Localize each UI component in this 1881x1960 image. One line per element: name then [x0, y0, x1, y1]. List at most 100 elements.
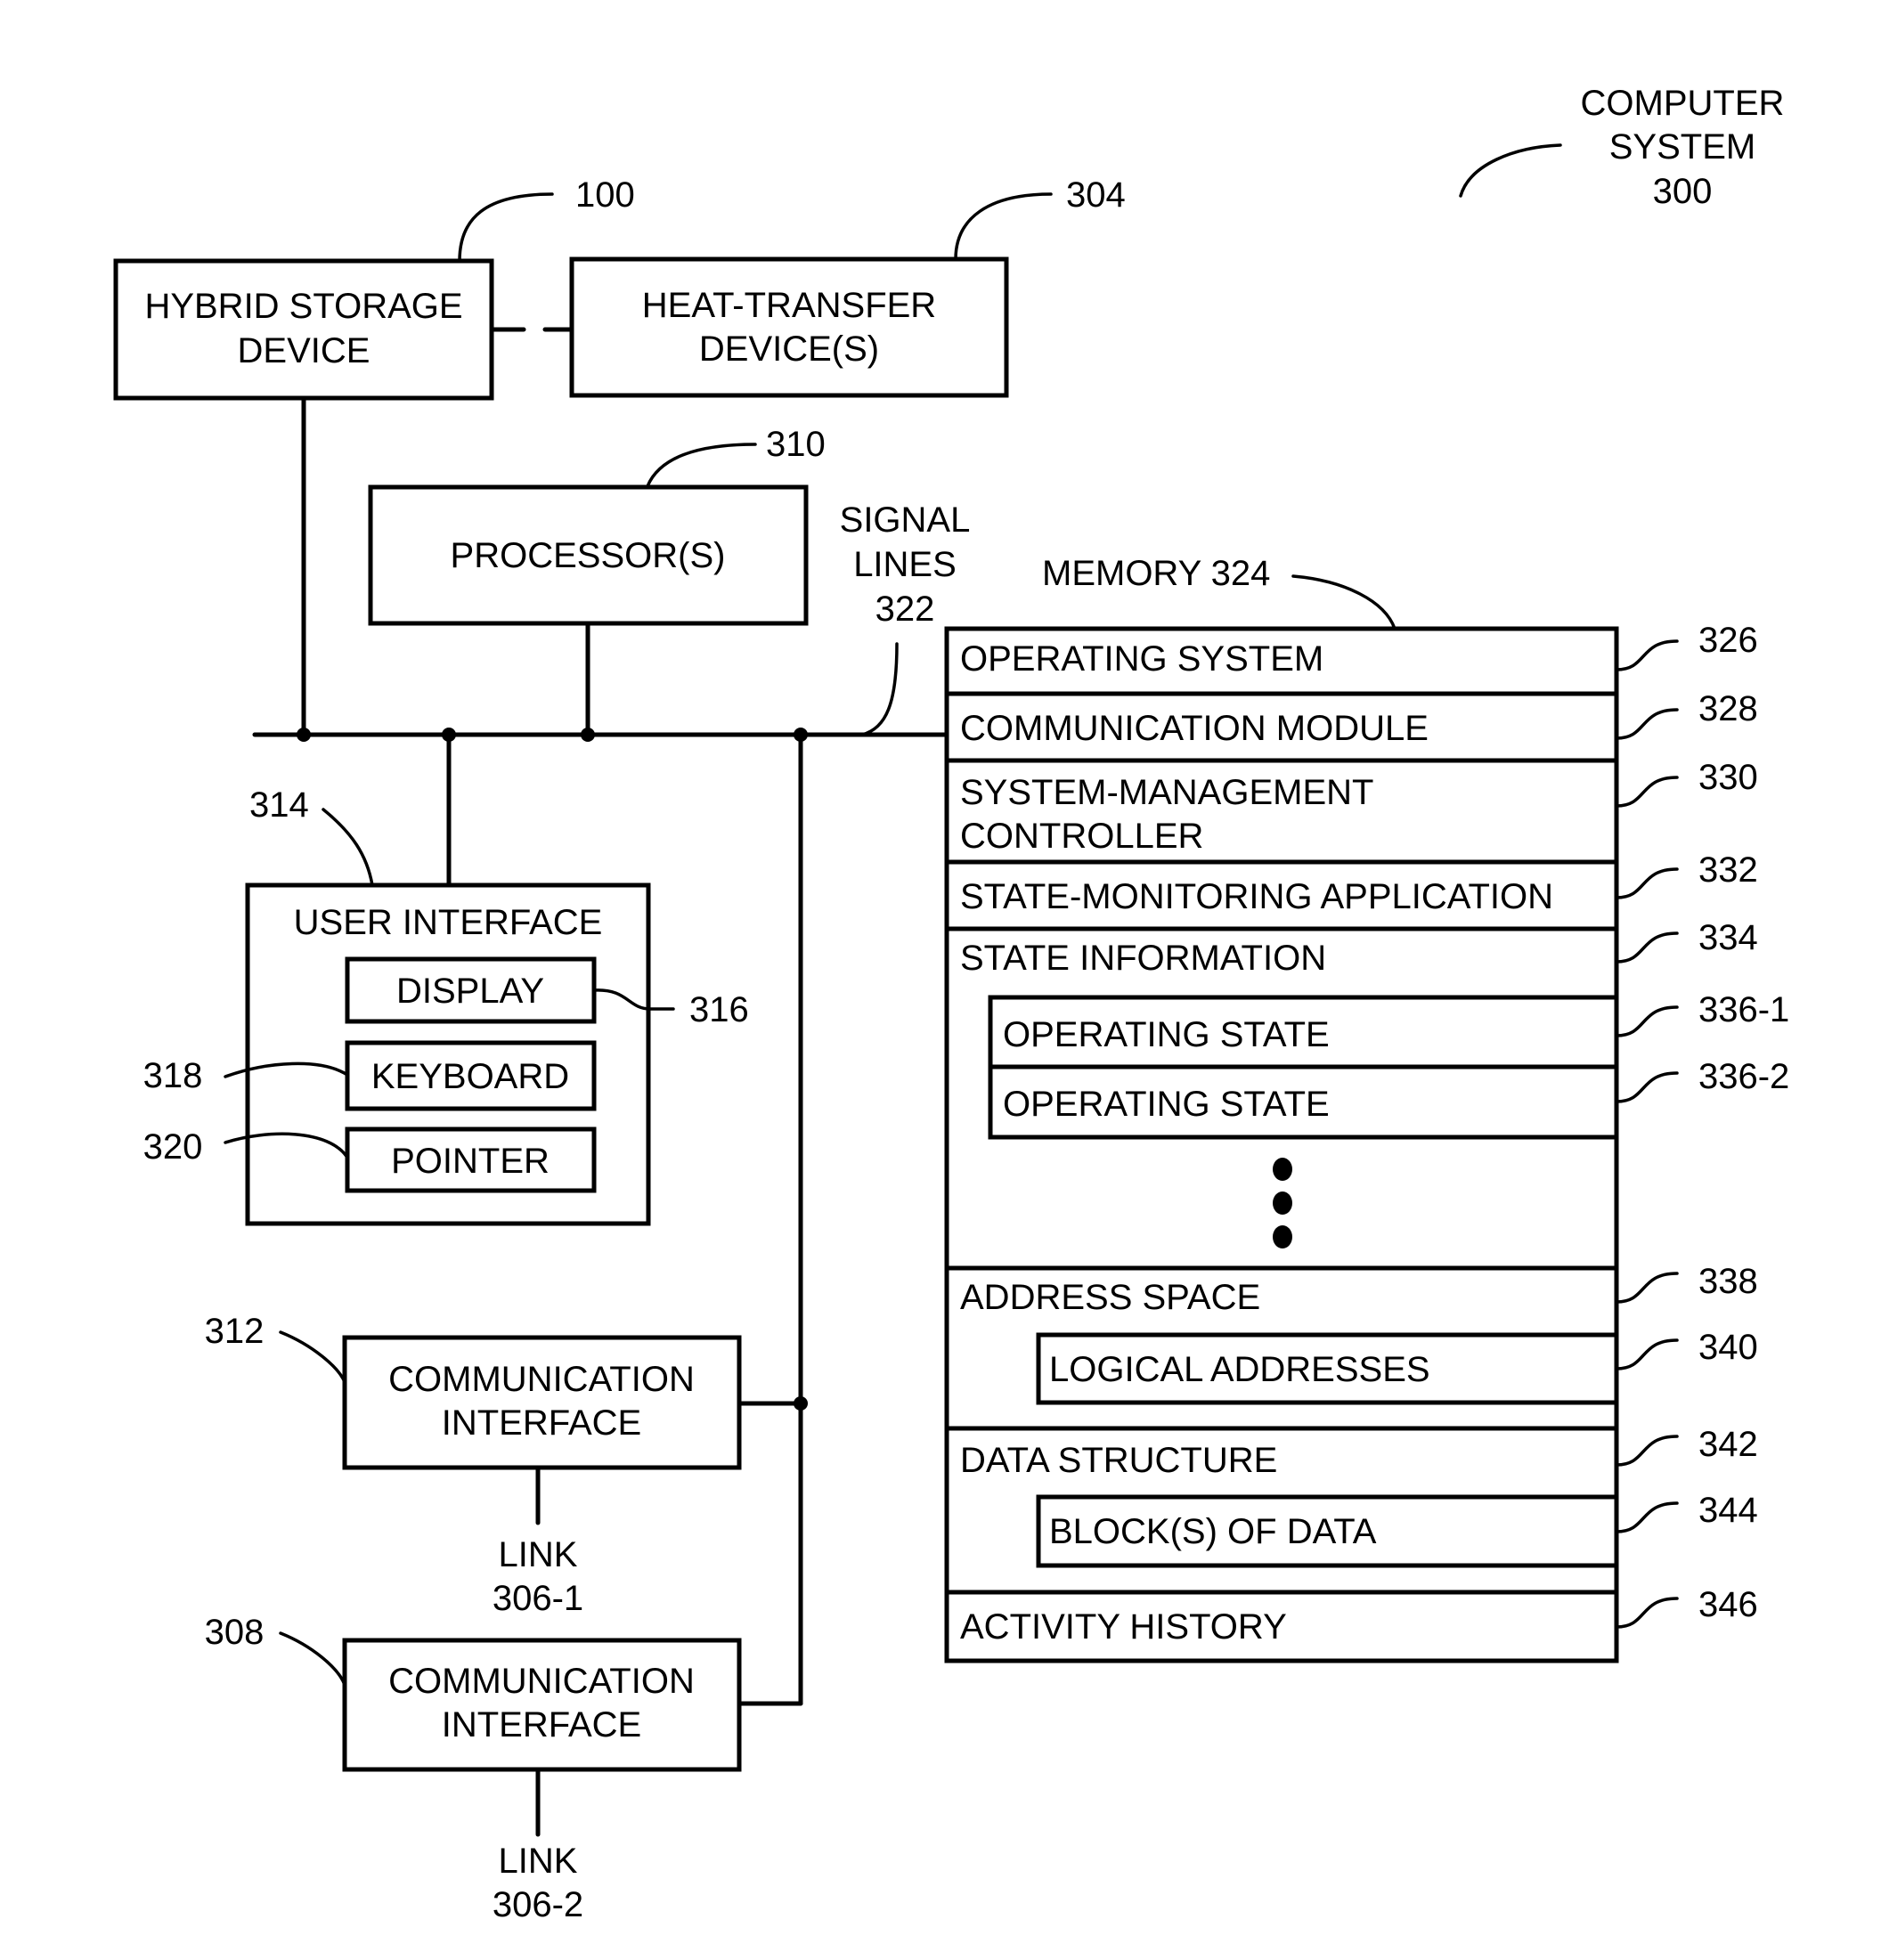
display-label: DISPLAY — [396, 972, 544, 1011]
comm-interface-2-ref: 308 — [205, 1613, 265, 1652]
state-information-ref: 334 — [1698, 918, 1758, 957]
address-space-label: ADDRESS SPACE — [960, 1278, 1260, 1317]
operating-state-1-ref: 336-1 — [1698, 990, 1789, 1029]
heat-transfer-ref-leader — [954, 192, 1053, 261]
hybrid-storage-label-line-2: DEVICE — [238, 331, 370, 370]
comm-interface-1-ref-leader — [279, 1330, 346, 1384]
operating-state-2-label: OPERATING STATE — [1003, 1085, 1330, 1124]
ellipsis-icon — [1273, 1158, 1292, 1248]
processor-ref-leader — [646, 443, 757, 488]
user-interface: 314 USER INTERFACE DISPLAY 316 KEYBOARD … — [143, 785, 749, 1226]
processor-label: PROCESSOR(S) — [451, 536, 726, 575]
keyboard-label: KEYBOARD — [371, 1057, 569, 1096]
ellipsis-dot — [1273, 1225, 1292, 1248]
activity-history-ref-leader — [1615, 1597, 1679, 1629]
figure-title-line-2: SYSTEM — [1609, 127, 1755, 167]
figure-title: COMPUTER SYSTEM 300 — [1459, 84, 1785, 211]
system-management-controller-label-line-2: CONTROLLER — [960, 817, 1203, 856]
logical-addresses-ref: 340 — [1698, 1328, 1758, 1367]
junction-dot — [297, 728, 311, 742]
figure-title-leader — [1459, 143, 1562, 198]
pointer-ref: 320 — [143, 1127, 203, 1167]
comm-interface-1-label-line-2: INTERFACE — [442, 1403, 641, 1443]
communication-module-label: COMMUNICATION MODULE — [960, 709, 1429, 748]
operating-system-ref-leader — [1615, 639, 1679, 671]
communication-module-ref-leader — [1615, 708, 1679, 740]
user-interface-label: USER INTERFACE — [294, 903, 603, 942]
logical-addresses-ref-leader — [1615, 1338, 1679, 1370]
comm-interface-1-label-line-1: COMMUNICATION — [388, 1360, 695, 1399]
link-306-1-label-line-2: 306-1 — [493, 1579, 583, 1618]
blocks-of-data-ref: 344 — [1698, 1491, 1758, 1530]
operating-system-ref: 326 — [1698, 621, 1758, 660]
link-306-2-label-line-1: LINK — [499, 1842, 578, 1881]
signal-lines-leader — [860, 642, 899, 736]
activity-history-label: ACTIVITY HISTORY — [960, 1607, 1287, 1647]
communication-interface-2: COMMUNICATION INTERFACE 308 LINK 306-2 — [205, 1613, 742, 1924]
processor: PROCESSOR(S) 310 — [368, 425, 826, 626]
heat-transfer-ref: 304 — [1066, 175, 1126, 215]
ellipsis-dot — [1273, 1158, 1292, 1181]
blocks-of-data-ref-leader — [1615, 1501, 1679, 1533]
figure-title-line-1: COMPUTER — [1581, 84, 1785, 123]
memory-ref-leader — [1291, 574, 1396, 630]
comm-interface-2-label-line-1: COMMUNICATION — [388, 1662, 695, 1701]
user-interface-ref-leader — [322, 808, 374, 887]
logical-addresses-label: LOGICAL ADDRESSES — [1049, 1350, 1430, 1389]
communication-interface-1: COMMUNICATION INTERFACE 312 LINK 306-1 — [205, 1312, 742, 1618]
hybrid-storage-ref-leader — [458, 192, 554, 263]
keyboard-ref: 318 — [143, 1056, 203, 1095]
system-management-controller-label-line-1: SYSTEM-MANAGEMENT — [960, 773, 1373, 812]
computer-system-diagram: COMPUTER SYSTEM 300 HYBRID STORAGE DEVIC… — [113, 84, 1789, 1924]
address-space-ref: 338 — [1698, 1262, 1758, 1301]
operating-state-1-label: OPERATING STATE — [1003, 1015, 1330, 1054]
system-management-controller-ref-leader — [1615, 776, 1679, 808]
address-space-ref-leader — [1615, 1272, 1679, 1304]
junction-dot — [794, 1396, 808, 1411]
state-monitoring-application-ref-leader — [1615, 867, 1679, 899]
ellipsis-dot — [1273, 1191, 1292, 1215]
memory: MEMORY 324 OPERATING SYSTEM 326 COMMUNIC… — [944, 554, 1789, 1663]
system-management-controller-ref: 330 — [1698, 758, 1758, 797]
hybrid-storage-box — [113, 258, 494, 401]
heat-transfer-label-line-2: DEVICE(S) — [699, 329, 879, 369]
hybrid-storage-device: HYBRID STORAGE DEVICE 100 — [113, 175, 635, 401]
operating-state-1-ref-leader — [1615, 1005, 1679, 1037]
hybrid-storage-label-line-1: HYBRID STORAGE — [144, 287, 462, 326]
pointer-label: POINTER — [391, 1142, 550, 1181]
link-306-1-label-line-1: LINK — [499, 1535, 578, 1574]
junction-dot — [581, 728, 595, 742]
operating-state-2-ref-leader — [1615, 1071, 1679, 1103]
user-interface-ref: 314 — [249, 785, 309, 825]
display-ref: 316 — [689, 990, 749, 1029]
data-structure-ref-leader — [1615, 1435, 1679, 1467]
state-information-label: STATE INFORMATION — [960, 939, 1326, 978]
state-monitoring-application-label: STATE-MONITORING APPLICATION — [960, 877, 1553, 916]
activity-history-ref: 346 — [1698, 1585, 1758, 1624]
comm-interface-1-ref: 312 — [205, 1312, 265, 1351]
state-monitoring-application-ref: 332 — [1698, 850, 1758, 890]
data-structure-ref: 342 — [1698, 1425, 1758, 1464]
figure-title-line-3: 300 — [1653, 172, 1713, 211]
signal-lines-label-line-3: 322 — [875, 590, 935, 629]
operating-state-2-ref: 336-2 — [1698, 1057, 1789, 1096]
heat-transfer-label-line-1: HEAT-TRANSFER — [642, 286, 936, 325]
comm-interface-1-box — [342, 1335, 742, 1470]
processor-ref: 310 — [766, 425, 826, 464]
blocks-of-data-label: BLOCK(S) OF DATA — [1049, 1512, 1377, 1551]
signal-lines-label-line-2: LINES — [853, 545, 957, 584]
junction-dot — [442, 728, 456, 742]
heat-transfer-device: HEAT-TRANSFER DEVICE(S) 304 — [569, 175, 1126, 398]
operating-system-label: OPERATING SYSTEM — [960, 639, 1323, 679]
junction-dot — [794, 728, 808, 742]
hybrid-storage-ref: 100 — [575, 175, 635, 215]
state-information-ref-leader — [1615, 931, 1679, 964]
communication-module-ref: 328 — [1698, 689, 1758, 728]
memory-label: MEMORY 324 — [1042, 554, 1270, 593]
link-306-2-label-line-2: 306-2 — [493, 1885, 583, 1924]
comm-interface-2-ref-leader — [279, 1631, 346, 1687]
data-structure-label: DATA STRUCTURE — [960, 1441, 1277, 1480]
signal-lines-label-line-1: SIGNAL — [840, 500, 971, 540]
comm-interface-2-label-line-2: INTERFACE — [442, 1705, 641, 1744]
heat-transfer-box — [569, 256, 1009, 398]
